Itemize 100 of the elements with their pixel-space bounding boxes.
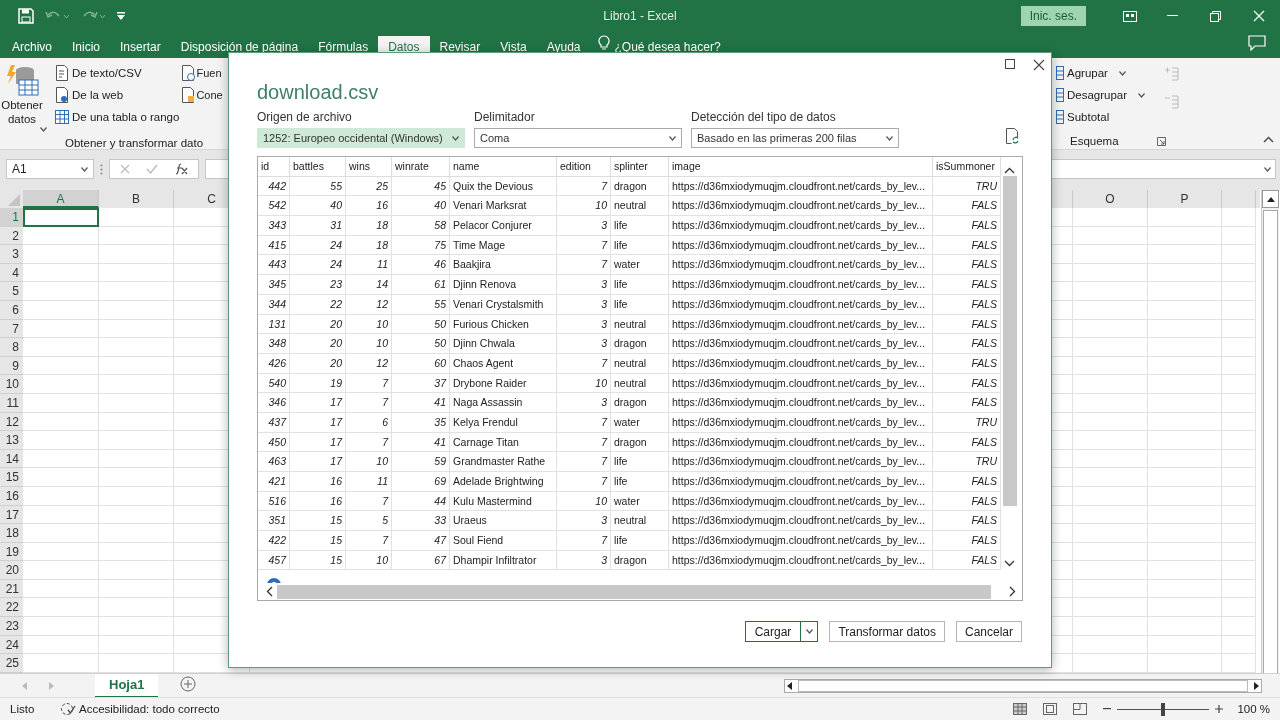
row-header[interactable]: 5 xyxy=(0,282,23,301)
grid-cell[interactable] xyxy=(99,579,174,599)
dialog-button[interactable]: Cancelar xyxy=(955,621,1022,642)
grid-cell[interactable] xyxy=(1222,356,1256,376)
ribbon-tab[interactable]: Insertar xyxy=(110,36,171,58)
grid-cell[interactable] xyxy=(1222,319,1256,339)
grid-cell[interactable] xyxy=(23,654,99,673)
grid-cell[interactable] xyxy=(1222,431,1256,450)
normal-view-icon[interactable] xyxy=(1013,703,1028,715)
previous-sheet-icon[interactable] xyxy=(22,681,27,690)
grid-cell[interactable] xyxy=(99,375,174,394)
grid-cell[interactable] xyxy=(1148,505,1222,525)
zoom-level[interactable]: 100 % xyxy=(1237,703,1270,715)
grid-cell[interactable] xyxy=(1073,598,1148,618)
grid-cell[interactable] xyxy=(1073,282,1148,301)
grid-cell[interactable] xyxy=(1222,486,1256,506)
grid-cell[interactable] xyxy=(99,486,174,506)
grid-cell[interactable] xyxy=(23,505,99,525)
grid-cell[interactable] xyxy=(1148,263,1222,283)
grid-cell[interactable] xyxy=(99,449,174,469)
grid-cell[interactable] xyxy=(1148,282,1222,301)
grid-cell[interactable] xyxy=(23,375,99,394)
grid-cell[interactable] xyxy=(1222,617,1256,636)
grid-cell[interactable] xyxy=(1148,375,1222,394)
grid-cell[interactable] xyxy=(99,617,174,636)
grid-cell[interactable] xyxy=(1073,561,1148,580)
grid-cell[interactable] xyxy=(23,393,99,413)
grid-cell[interactable] xyxy=(1148,412,1222,432)
grid-cell[interactable] xyxy=(23,468,99,487)
grid-cell[interactable] xyxy=(1222,654,1256,673)
grid-cell[interactable] xyxy=(1073,208,1148,227)
add-sheet-icon[interactable] xyxy=(180,676,197,692)
grid-cell[interactable] xyxy=(1073,431,1148,450)
column-header[interactable]: O xyxy=(1073,190,1148,208)
column-header[interactable]: A xyxy=(23,190,99,208)
ribbon-tab[interactable]: Revisar xyxy=(429,36,491,58)
row-header[interactable]: 13 xyxy=(0,431,23,450)
page-layout-icon[interactable] xyxy=(1043,703,1058,715)
ribbon-tab[interactable]: Inicio xyxy=(62,36,111,58)
horizontal-scrollbar[interactable] xyxy=(784,678,1262,693)
grid-cell[interactable] xyxy=(23,338,99,357)
grid-cell[interactable] xyxy=(99,431,174,450)
grid-cell[interactable] xyxy=(99,635,174,655)
maximize-icon[interactable] xyxy=(1005,59,1015,69)
grid-cell[interactable] xyxy=(23,579,99,599)
grid-cell[interactable] xyxy=(1073,263,1148,283)
function-icon[interactable] xyxy=(174,163,188,175)
grid-cell[interactable] xyxy=(1073,449,1148,469)
grid-cell[interactable] xyxy=(1073,412,1148,432)
grid-cell[interactable] xyxy=(1222,226,1256,246)
ribbon-tab[interactable]: Fórmulas xyxy=(308,36,379,58)
ribbon-display-icon[interactable] xyxy=(1122,10,1137,22)
grid-cell[interactable] xyxy=(99,208,174,227)
comment-icon[interactable] xyxy=(1248,35,1266,51)
grid-cell[interactable] xyxy=(1073,579,1148,599)
scrollbar-thumb[interactable] xyxy=(1002,176,1017,506)
save-icon[interactable] xyxy=(18,8,34,24)
grid-cell[interactable] xyxy=(1073,505,1148,525)
grid-cell[interactable] xyxy=(1073,635,1148,655)
grid-cell[interactable] xyxy=(1222,375,1256,394)
row-header[interactable]: 1 xyxy=(0,208,23,227)
row-header[interactable]: 18 xyxy=(0,524,23,543)
grid-cell[interactable] xyxy=(1148,319,1222,339)
grid-cell[interactable] xyxy=(1073,226,1148,246)
grid-cell[interactable] xyxy=(23,561,99,580)
grid-cell[interactable] xyxy=(1222,412,1256,432)
grid-cell[interactable] xyxy=(23,635,99,655)
grid-cell[interactable] xyxy=(1148,579,1222,599)
column-header[interactable]: B xyxy=(99,190,174,208)
ribbon-button[interactable]: De la web xyxy=(53,86,182,104)
grid-cell[interactable] xyxy=(1073,654,1148,673)
grid-cell[interactable] xyxy=(1148,226,1222,246)
dropdown[interactable]: Coma xyxy=(474,128,682,148)
row-header[interactable]: 23 xyxy=(0,617,23,636)
grid-cell[interactable] xyxy=(23,542,99,562)
grid-cell[interactable] xyxy=(99,412,174,432)
grid-cell[interactable] xyxy=(23,431,99,450)
grid-cell[interactable] xyxy=(1222,393,1256,413)
grid-cell[interactable] xyxy=(1148,431,1222,450)
grid-cell[interactable] xyxy=(1148,617,1222,636)
grid-cell[interactable] xyxy=(1222,561,1256,580)
row-header[interactable]: 20 xyxy=(0,561,23,580)
dropdown[interactable]: Basado en las primeras 200 filas xyxy=(691,128,899,148)
ribbon-button[interactable]: De texto/CSV xyxy=(53,64,182,82)
grid-cell[interactable] xyxy=(1073,468,1148,487)
ribbon-tab[interactable]: Vista xyxy=(490,36,537,58)
refresh-icon[interactable] xyxy=(1005,128,1019,144)
grid-cell[interactable] xyxy=(1073,319,1148,339)
grid-cell[interactable] xyxy=(1148,598,1222,618)
close-icon[interactable] xyxy=(1033,59,1045,71)
grid-cell[interactable] xyxy=(1073,393,1148,413)
ribbon-button[interactable]: Cone xyxy=(181,86,223,104)
grid-cell[interactable] xyxy=(1148,356,1222,376)
grid-cell[interactable] xyxy=(1222,208,1256,227)
grid-cell[interactable] xyxy=(1222,245,1256,264)
minimize-icon[interactable] xyxy=(1167,15,1178,17)
grid-cell[interactable] xyxy=(1073,486,1148,506)
grid-cell[interactable] xyxy=(23,617,99,636)
grid-cell[interactable] xyxy=(1073,617,1148,636)
grid-cell[interactable] xyxy=(1222,468,1256,487)
